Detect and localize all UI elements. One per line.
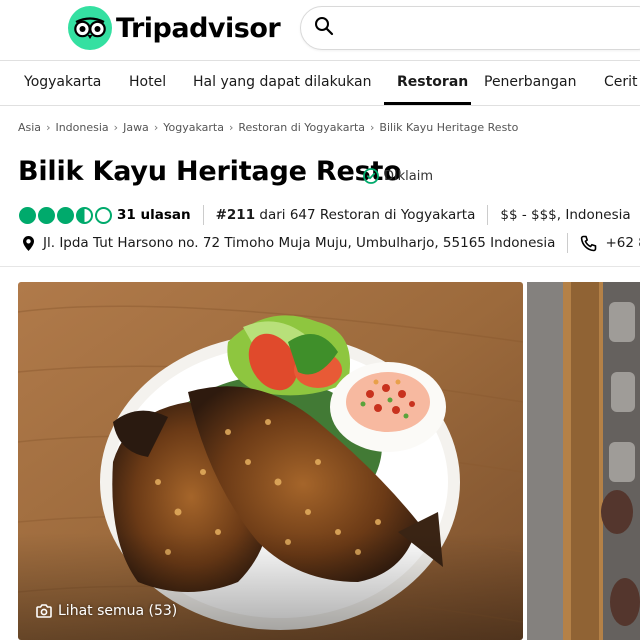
breadcrumb-current: Bilik Kayu Heritage Resto bbox=[379, 120, 519, 134]
secondary-photo[interactable] bbox=[527, 282, 640, 640]
header: Tripadvisor bbox=[0, 0, 640, 60]
rating-row: 31 ulasan #211 dari 647 Restoran di Yogy… bbox=[19, 205, 631, 225]
phone-link[interactable]: +62 81 bbox=[605, 235, 640, 251]
divider bbox=[567, 233, 569, 253]
nav-item-flights[interactable]: Penerbangan bbox=[484, 61, 576, 105]
claimed-badge[interactable]: Diklaim bbox=[363, 168, 433, 184]
see-all-photos-button[interactable]: Lihat semua (53) bbox=[36, 603, 177, 619]
rank-text: dari 647 Restoran di Yogyakarta bbox=[259, 207, 476, 223]
review-count-link[interactable]: 31 ulasan bbox=[117, 207, 191, 223]
breadcrumb-link[interactable]: Asia bbox=[18, 121, 41, 134]
rating-bubble-icon bbox=[95, 206, 112, 224]
phone-icon bbox=[580, 235, 597, 252]
location-pin-icon bbox=[22, 235, 35, 252]
breadcrumb: Asia › Indonesia › Jawa › Yogyakarta › R… bbox=[18, 119, 518, 135]
search-icon bbox=[314, 16, 334, 40]
location-nav: Yogyakarta Hotel Hal yang dapat dilakuka… bbox=[0, 60, 640, 106]
nav-item-restaurants[interactable]: Restoran bbox=[397, 61, 468, 105]
address-row: Jl. Ipda Tut Harsono no. 72 Timoho Muja … bbox=[22, 233, 640, 253]
nav-item-things-to-do[interactable]: Hal yang dapat dilakukan bbox=[193, 61, 372, 105]
rating-bubble-icon bbox=[19, 206, 36, 224]
nav-item-hotel[interactable]: Hotel bbox=[129, 61, 166, 105]
breadcrumb-link[interactable]: Restoran di Yogyakarta bbox=[238, 121, 365, 134]
address-link[interactable]: Jl. Ipda Tut Harsono no. 72 Timoho Muja … bbox=[43, 235, 555, 251]
camera-icon bbox=[36, 604, 52, 618]
breadcrumb-link[interactable]: Indonesia bbox=[55, 121, 108, 134]
tripadvisor-logo[interactable]: Tripadvisor bbox=[68, 6, 281, 50]
divider bbox=[202, 205, 204, 225]
breadcrumb-chevron-icon: › bbox=[370, 120, 375, 134]
breadcrumb-link[interactable]: Yogyakarta bbox=[163, 121, 224, 134]
grilled-fish-photo bbox=[18, 282, 523, 640]
rating-bubble-icon bbox=[57, 206, 74, 224]
nav-item-yogyakarta[interactable]: Yogyakarta bbox=[24, 61, 101, 105]
breadcrumb-chevron-icon: › bbox=[153, 120, 159, 134]
main-photo[interactable] bbox=[18, 282, 523, 640]
rating-bubble-icon bbox=[38, 206, 55, 224]
rating-bubble-icon bbox=[76, 206, 93, 224]
page-title: Bilik Kayu Heritage Resto bbox=[18, 156, 402, 187]
brand-name: Tripadvisor bbox=[116, 12, 281, 44]
active-tab-indicator bbox=[384, 102, 471, 105]
breadcrumb-chevron-icon: › bbox=[46, 120, 51, 134]
search-bar[interactable] bbox=[300, 6, 640, 50]
price-cuisine-link[interactable]: $$ - $$$, Indonesia bbox=[500, 207, 630, 223]
owl-logo-icon bbox=[68, 6, 112, 50]
check-badge-icon bbox=[363, 168, 379, 184]
rating-bubbles[interactable] bbox=[19, 206, 112, 224]
see-all-photos-label: Lihat semua (53) bbox=[58, 603, 178, 619]
claimed-label: Diklaim bbox=[384, 168, 434, 184]
rank-number: #211 bbox=[215, 207, 256, 223]
divider bbox=[0, 266, 640, 267]
breadcrumb-chevron-icon: › bbox=[113, 120, 119, 134]
nav-item-stories[interactable]: Cerit bbox=[604, 61, 638, 105]
divider bbox=[487, 205, 489, 225]
breadcrumb-link[interactable]: Jawa bbox=[123, 121, 149, 134]
breadcrumb-chevron-icon: › bbox=[228, 120, 234, 134]
display-case-photo bbox=[527, 282, 640, 640]
ranking-link[interactable]: #211 dari 647 Restoran di Yogyakarta bbox=[216, 207, 476, 223]
